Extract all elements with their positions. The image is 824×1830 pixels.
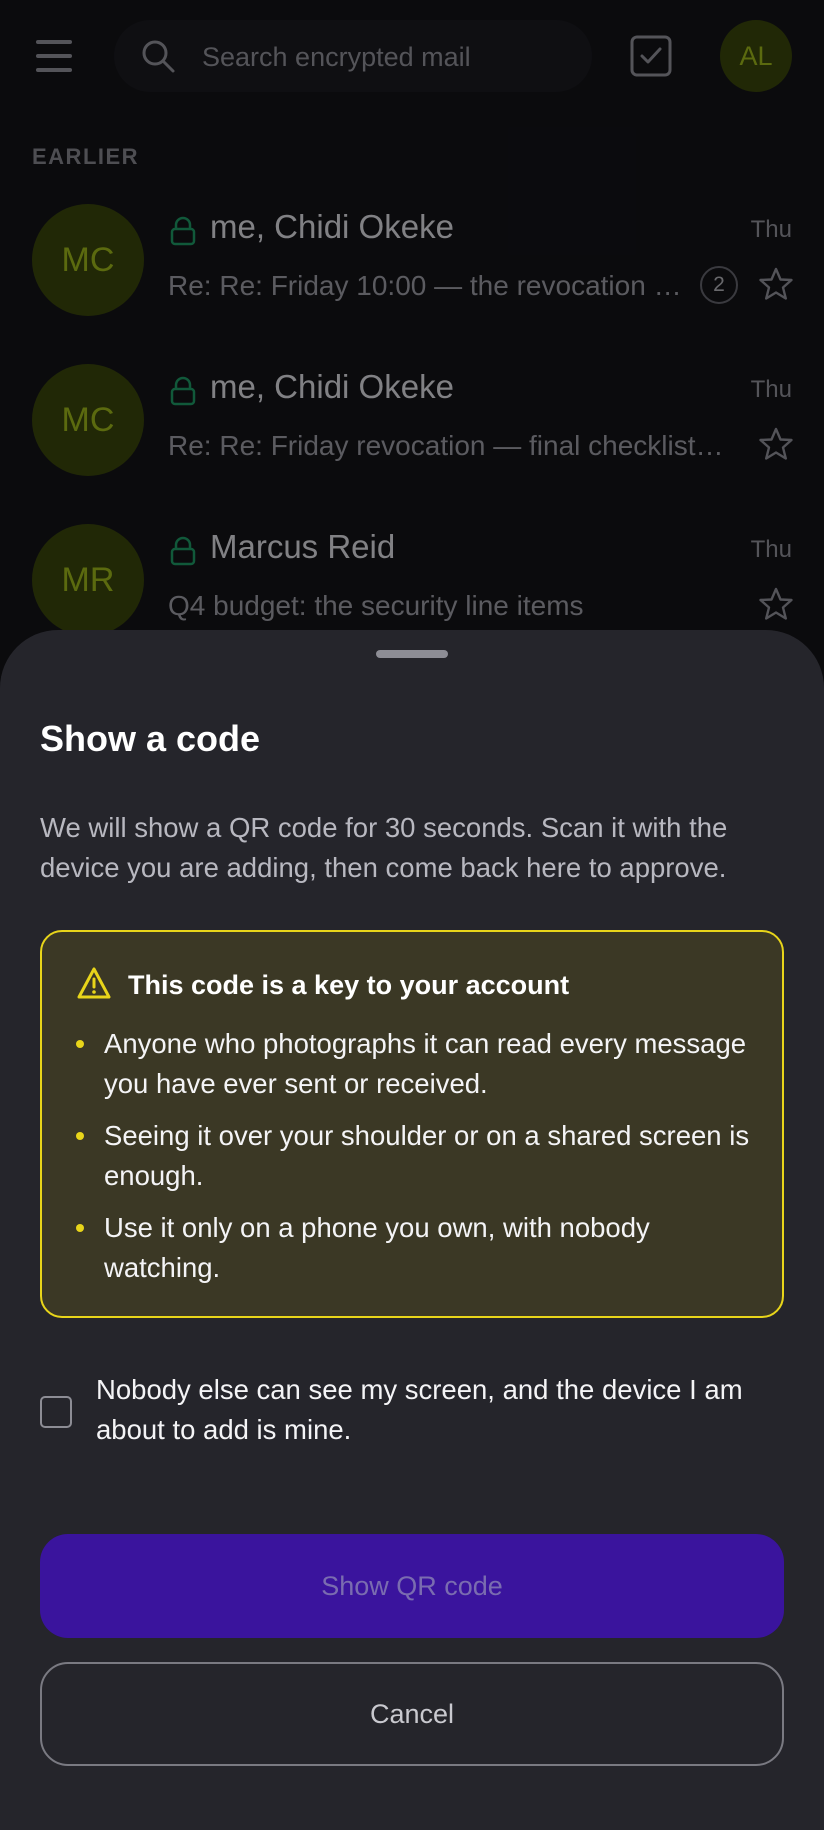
consent-checkbox[interactable]	[40, 1396, 72, 1428]
cancel-button[interactable]: Cancel	[40, 1662, 784, 1766]
warning-list: Anyone who photographs it can read every…	[42, 1024, 782, 1300]
drag-handle[interactable]	[376, 650, 448, 658]
warning-icon	[77, 967, 111, 999]
warning-title: This code is a key to your account	[128, 970, 570, 1000]
show-qr-code-button[interactable]: Show QR code	[40, 1534, 784, 1638]
sheet-description: We will show a QR code for 30 seconds. S…	[40, 812, 728, 883]
warning-callout: This code is a key to your account Anyon…	[40, 930, 784, 1318]
warning-item: Seeing it over your shoulder or on a sha…	[42, 1116, 782, 1196]
warning-item: Use it only on a phone you own, with nob…	[42, 1208, 782, 1288]
consent-row[interactable]: Nobody else can see my screen, and the d…	[40, 1370, 784, 1460]
warning-item: Anyone who photographs it can read every…	[42, 1024, 782, 1104]
consent-label[interactable]: Nobody else can see my screen, and the d…	[96, 1370, 786, 1450]
sheet-title: Show a code	[40, 718, 261, 759]
bottom-sheet: Show a code We will show a QR code for 3…	[0, 630, 824, 1830]
